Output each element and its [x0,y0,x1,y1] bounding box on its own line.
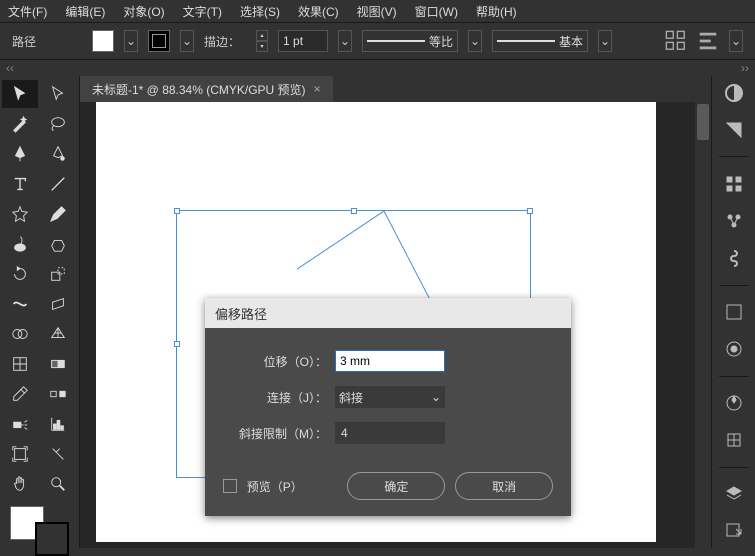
blob-brush-tool[interactable] [2,230,38,258]
menu-help[interactable]: 帮助(H) [476,3,517,20]
paintbrush-tool[interactable] [40,200,76,228]
eyedropper-tool[interactable] [2,380,38,408]
eraser-tool[interactable] [40,230,76,258]
collapser-left-icon[interactable]: ‹‹ [6,61,14,75]
close-tab-icon[interactable]: × [314,82,321,96]
ok-button[interactable]: 确定 [347,472,445,500]
dialog-title: 偏移路径 [205,298,571,328]
swatches-panel-icon[interactable] [720,119,748,140]
collapser-right-icon[interactable]: ›› [741,61,749,75]
graph-tool[interactable] [40,410,76,438]
perspective-tool[interactable] [40,320,76,348]
align-dropdown-icon[interactable]: ⌄ [729,30,743,52]
stroke-weight-dropdown-icon[interactable]: ⌄ [338,30,352,52]
scrollbar-thumb[interactable] [697,104,709,140]
stroke-panel-icon[interactable] [720,173,748,194]
curvature-tool[interactable] [40,140,76,168]
stroke-profile[interactable]: 等比 [362,30,458,52]
shape-builder-tool[interactable] [2,320,38,348]
menu-type[interactable]: 文字(T) [183,3,222,20]
gradient-tool[interactable] [40,350,76,378]
menu-view[interactable]: 视图(V) [357,3,397,20]
handle-nw[interactable] [174,208,180,214]
path-label: 路径 [12,33,36,50]
join-label: 连接（J）： [223,389,327,406]
tab-title: 未标题-1* @ 88.34% (CMYK/GPU 预览) [92,81,306,98]
handle-ne[interactable] [527,208,533,214]
zoom-tool[interactable] [40,470,76,498]
align-icon[interactable] [697,30,719,52]
stroke-profile-dropdown-icon[interactable]: ⌄ [468,30,482,52]
selection-tool[interactable] [2,80,38,108]
vertical-scrollbar[interactable] [695,102,711,548]
transparency-panel-icon[interactable] [720,339,748,360]
menu-bar: 文件(F) 编辑(E) 对象(O) 文字(T) 选择(S) 效果(C) 视图(V… [0,0,755,22]
blend-tool[interactable] [40,380,76,408]
tab-bar: 未标题-1* @ 88.34% (CMYK/GPU 预览) × [80,76,711,102]
rotate-tool[interactable] [2,260,38,288]
brushes-panel-icon[interactable] [720,210,748,231]
star-tool[interactable] [2,200,38,228]
document-tab[interactable]: 未标题-1* @ 88.34% (CMYK/GPU 预览) × [80,76,333,102]
symbol-sprayer-tool[interactable] [2,410,38,438]
stroke-color-box[interactable] [35,522,69,556]
color-panel-icon[interactable] [720,82,748,103]
menu-select[interactable]: 选择(S) [240,3,280,20]
fill-swatch[interactable] [92,30,114,52]
scale-tool[interactable] [40,260,76,288]
miter-input[interactable]: 4 [335,422,445,444]
free-transform-tool[interactable] [40,290,76,318]
preview-label: 预览（P） [247,478,302,495]
width-tool[interactable] [2,290,38,318]
hand-tool[interactable] [2,470,38,498]
stroke-swatch[interactable] [148,30,170,52]
lasso-tool[interactable] [40,110,76,138]
export-panel-icon[interactable] [720,521,748,542]
preview-checkbox[interactable] [223,479,237,493]
appearance-panel-icon[interactable] [720,393,748,414]
offset-input[interactable] [335,350,445,372]
gradient-panel-icon[interactable] [720,301,748,322]
brush-dropdown-icon[interactable]: ⌄ [598,30,612,52]
symbols-panel-icon[interactable] [720,247,748,268]
type-tool[interactable] [2,170,38,198]
stroke-label: 描边： [204,33,240,50]
chevron-down-icon: ⌄ [431,390,441,404]
mesh-tool[interactable] [2,350,38,378]
right-panel-dock [711,76,755,548]
menu-window[interactable]: 窗口(W) [415,3,458,20]
offset-path-dialog: 偏移路径 位移（O）： 连接（J）： 斜接⌄ 斜接限制（M）： 4 预览（P） … [205,298,571,516]
stroke-weight-input[interactable]: 1 pt [278,30,328,52]
panel-collapser: ‹‹ ›› [0,60,755,76]
menu-file[interactable]: 文件(F) [8,3,47,20]
stroke-stepper[interactable]: ▴▾ [256,30,268,52]
menu-edit[interactable]: 编辑(E) [65,3,105,20]
stroke-dropdown-icon[interactable]: ⌄ [180,30,194,52]
menu-effect[interactable]: 效果(C) [298,3,339,20]
magic-wand-tool[interactable] [2,110,38,138]
menu-object[interactable]: 对象(O) [123,3,164,20]
brush-definition[interactable]: 基本 [492,30,588,52]
pen-tool[interactable] [2,140,38,168]
grid-icon[interactable] [665,30,687,52]
slice-tool[interactable] [40,440,76,468]
offset-label: 位移（O）： [223,353,327,370]
artboard-tool[interactable] [2,440,38,468]
layers-panel-icon[interactable] [720,484,748,505]
join-select[interactable]: 斜接⌄ [335,386,445,408]
handle-w[interactable] [174,341,180,347]
miter-label: 斜接限制（M）： [223,425,327,442]
tool-panel [0,76,80,548]
direct-selection-tool[interactable] [40,80,76,108]
graphic-styles-panel-icon[interactable] [720,430,748,451]
fill-dropdown-icon[interactable]: ⌄ [124,30,138,52]
line-tool[interactable] [40,170,76,198]
fill-stroke-indicator[interactable] [10,506,69,556]
options-bar: 路径 ⌄ ⌄ 描边： ▴▾ 1 pt ⌄ 等比 ⌄ 基本 ⌄ ⌄ [0,22,755,60]
cancel-button[interactable]: 取消 [455,472,553,500]
